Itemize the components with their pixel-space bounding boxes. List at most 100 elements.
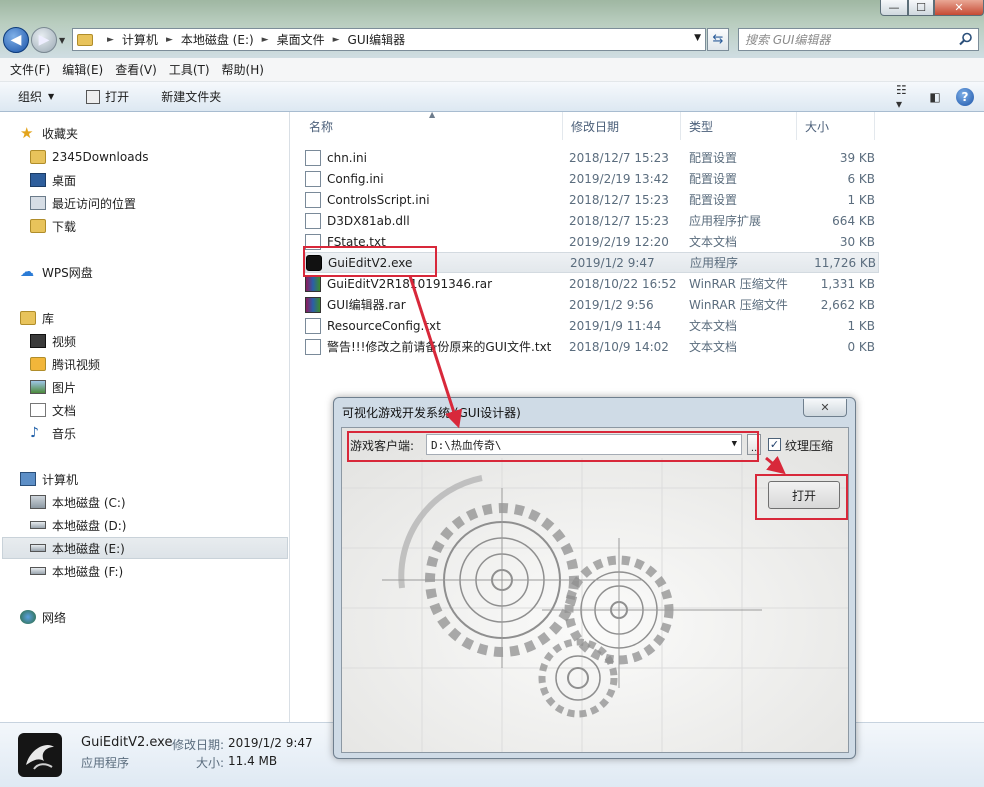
app-dragon-icon bbox=[18, 733, 62, 777]
menu-file[interactable]: 文件(F) bbox=[4, 61, 56, 78]
arrow-left-icon: ◀ bbox=[10, 32, 22, 48]
file-size: 664 KB bbox=[832, 213, 875, 228]
sidebar-item-network[interactable]: 网络 bbox=[20, 606, 66, 628]
file-date: 2018/10/22 16:52 bbox=[569, 276, 677, 291]
sidebar-item-label: 2345Downloads bbox=[52, 150, 149, 164]
sidebar-item-documents[interactable]: 文档 bbox=[30, 399, 76, 421]
open-button[interactable]: 打开 bbox=[64, 88, 139, 105]
file-row[interactable]: GUI编辑器.rar 2019/1/2 9:56 WinRAR 压缩文件 2,6… bbox=[305, 294, 879, 315]
sidebar-item-favorites[interactable]: ★ 收藏夹 bbox=[20, 122, 78, 144]
sidebar-item-drive-e[interactable]: 本地磁盘 (E:) bbox=[2, 537, 288, 559]
drive-icon bbox=[30, 544, 46, 552]
column-header-name[interactable]: 名称 ▲ bbox=[301, 110, 563, 140]
dialog-close-button[interactable]: ✕ bbox=[803, 399, 847, 417]
rar-archive-icon bbox=[305, 296, 321, 313]
drive-icon bbox=[30, 567, 46, 575]
breadcrumb-drive-e[interactable]: 本地磁盘 (E:) bbox=[181, 31, 254, 48]
recent-pages-dropdown-icon[interactable]: ▼ bbox=[59, 36, 65, 45]
view-options-icon[interactable]: ☷ ▾ bbox=[896, 83, 914, 111]
file-size: 1,331 KB bbox=[820, 276, 875, 291]
maximize-button[interactable]: ☐ bbox=[908, 0, 934, 16]
organize-button[interactable]: 组织 ▼ bbox=[0, 88, 64, 105]
file-row[interactable]: ControlsScript.ini 2018/12/7 15:23 配置设置 … bbox=[305, 189, 879, 210]
file-row[interactable]: ResourceConfig.txt 2019/1/9 11:44 文本文档 1… bbox=[305, 315, 879, 336]
file-row[interactable]: Config.ini 2019/2/19 13:42 配置设置 6 KB bbox=[305, 168, 879, 189]
file-size: 1 KB bbox=[847, 192, 875, 207]
help-icon[interactable]: ? bbox=[956, 88, 974, 106]
sidebar-item-label: 收藏夹 bbox=[42, 126, 79, 141]
refresh-button[interactable]: ⇆ bbox=[707, 28, 729, 51]
sidebar-item-drive-d[interactable]: 本地磁盘 (D:) bbox=[30, 514, 126, 536]
chevron-right-icon[interactable]: ► bbox=[107, 35, 114, 45]
file-name: GuiEditV2R1810191346.rar bbox=[327, 276, 493, 291]
menu-view[interactable]: 查看(V) bbox=[109, 61, 163, 78]
search-input[interactable]: 搜索 GUI编辑器 bbox=[738, 28, 979, 51]
open-icon bbox=[86, 89, 101, 104]
new-folder-button[interactable]: 新建文件夹 bbox=[139, 88, 231, 105]
breadcrumb-desktop-files[interactable]: 桌面文件 bbox=[277, 31, 325, 48]
file-name: 警告!!!修改之前请备份原来的GUI文件.txt bbox=[327, 340, 552, 354]
sidebar-item-2345downloads[interactable]: 2345Downloads bbox=[30, 146, 148, 168]
star-icon: ★ bbox=[20, 124, 34, 142]
refresh-icon: ⇆ bbox=[712, 32, 724, 47]
breadcrumb-computer[interactable]: 计算机 bbox=[122, 31, 158, 48]
minimize-button[interactable]: — bbox=[880, 0, 908, 16]
navigation-pane: ★ 收藏夹 2345Downloads 桌面 最近访问的位置 下载 ☁ WPS网… bbox=[0, 112, 290, 722]
menu-tools[interactable]: 工具(T) bbox=[163, 61, 216, 78]
address-bar[interactable]: ► 计算机 ► 本地磁盘 (E:) ► 桌面文件 ► GUI编辑器 ▼ bbox=[72, 28, 706, 51]
detail-size-label: 大小: bbox=[196, 756, 225, 770]
sidebar-item-desktop[interactable]: 桌面 bbox=[30, 169, 76, 191]
sidebar-item-computer[interactable]: 计算机 bbox=[20, 468, 78, 490]
close-icon: ✕ bbox=[820, 401, 830, 414]
column-header-type[interactable]: 类型 bbox=[681, 112, 797, 140]
breadcrumb-gui-editor[interactable]: GUI编辑器 bbox=[348, 31, 406, 48]
sidebar-item-recent-places[interactable]: 最近访问的位置 bbox=[30, 192, 136, 214]
forward-button[interactable]: ▶ bbox=[31, 27, 57, 53]
column-label: 名称 bbox=[309, 119, 334, 134]
file-row[interactable]: D3DX81ab.dll 2018/12/7 15:23 应用程序扩展 664 … bbox=[305, 210, 879, 231]
sidebar-item-wps-cloud[interactable]: ☁ WPS网盘 bbox=[20, 261, 93, 283]
sidebar-item-downloads[interactable]: 下载 bbox=[30, 215, 76, 237]
file-date: 2018/10/9 14:02 bbox=[569, 339, 669, 354]
sidebar-item-label: WPS网盘 bbox=[42, 265, 93, 280]
texture-compression-label: 纹理压缩 bbox=[785, 439, 834, 453]
file-name: GUI编辑器.rar bbox=[327, 298, 406, 312]
chevron-right-icon[interactable]: ► bbox=[333, 35, 340, 45]
search-placeholder: 搜索 GUI编辑器 bbox=[745, 33, 831, 47]
sidebar-item-videos[interactable]: 视频 bbox=[30, 330, 76, 352]
column-header-date[interactable]: 修改日期 bbox=[563, 112, 681, 140]
file-date: 2019/1/2 9:56 bbox=[569, 297, 654, 312]
sidebar-item-pictures[interactable]: 图片 bbox=[30, 376, 76, 398]
sidebar-item-library[interactable]: 库 bbox=[20, 307, 54, 329]
file-size: 39 KB bbox=[839, 150, 875, 165]
file-type: 配置设置 bbox=[689, 151, 738, 165]
document-icon bbox=[30, 403, 46, 417]
sidebar-item-label: 桌面 bbox=[52, 173, 77, 188]
preview-pane-icon[interactable]: ◧ bbox=[926, 89, 944, 105]
file-date: 2019/1/9 11:44 bbox=[569, 318, 662, 333]
sidebar-item-music[interactable]: ♪ 音乐 bbox=[30, 422, 76, 444]
text-file-icon bbox=[305, 317, 321, 334]
address-dropdown-icon[interactable]: ▼ bbox=[694, 33, 701, 43]
column-header-size[interactable]: 大小 bbox=[797, 112, 875, 140]
menu-help[interactable]: 帮助(H) bbox=[216, 61, 270, 78]
folder-icon bbox=[30, 357, 46, 371]
column-headers: 名称 ▲ 修改日期 类型 大小 bbox=[301, 110, 981, 140]
sidebar-item-drive-f[interactable]: 本地磁盘 (F:) bbox=[30, 560, 123, 582]
sidebar-item-drive-c[interactable]: 本地磁盘 (C:) bbox=[30, 491, 126, 513]
file-row[interactable]: 警告!!!修改之前请备份原来的GUI文件.txt 2018/10/9 14:02… bbox=[305, 336, 879, 357]
detail-file-type: 应用程序 bbox=[81, 756, 130, 770]
back-button[interactable]: ◀ bbox=[3, 27, 29, 53]
menu-edit[interactable]: 编辑(E) bbox=[56, 61, 109, 78]
sidebar-item-label: 网络 bbox=[42, 610, 67, 625]
chevron-right-icon[interactable]: ► bbox=[262, 35, 269, 45]
chevron-right-icon[interactable]: ► bbox=[166, 35, 173, 45]
recent-places-icon bbox=[30, 196, 46, 210]
sidebar-item-tencent-video[interactable]: 腾讯视频 bbox=[30, 353, 100, 375]
texture-compression-checkbox[interactable]: ✓ bbox=[768, 438, 781, 451]
file-row[interactable]: chn.ini 2018/12/7 15:23 配置设置 39 KB bbox=[305, 147, 879, 168]
close-button[interactable]: ✕ bbox=[934, 0, 984, 16]
search-icon[interactable] bbox=[959, 32, 973, 46]
file-date: 2018/12/7 15:23 bbox=[569, 150, 669, 165]
file-type: 应用程序扩展 bbox=[689, 214, 762, 228]
